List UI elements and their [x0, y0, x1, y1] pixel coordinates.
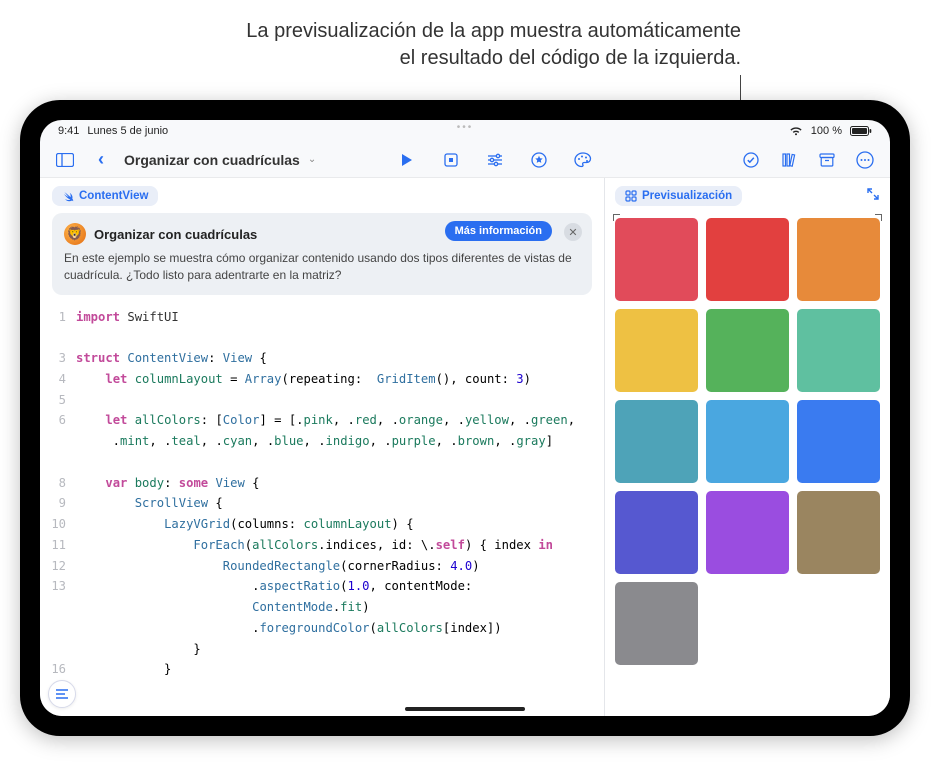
annotation-line1: La previsualización de la app muestra au… [246, 20, 741, 42]
back-chevron-icon[interactable]: ‹ [90, 149, 112, 171]
status-date: Lunes 5 de junio [87, 125, 168, 137]
battery-percent: 100 % [811, 125, 842, 137]
color-grid [615, 218, 880, 665]
multitask-dots-icon[interactable]: ••• [453, 122, 477, 133]
preview-tab[interactable]: Previsualización [615, 186, 742, 206]
status-time: 9:41 [58, 125, 79, 137]
library-icon[interactable] [778, 149, 800, 171]
tutorial-info-card: 🦁 Organizar con cuadrículas Más informac… [52, 213, 592, 295]
archive-box-icon[interactable] [816, 149, 838, 171]
ipad-device-frame: ••• 9:41 Lunes 5 de junio 100 % ‹ Organi… [20, 100, 910, 736]
swatch-red [706, 218, 789, 301]
swift-icon [62, 190, 74, 202]
check-circle-icon[interactable] [740, 149, 762, 171]
wifi-icon [789, 126, 803, 136]
sidebar-toggle-icon[interactable] [54, 149, 76, 171]
figure-annotation: La previsualización de la app muestra au… [0, 18, 931, 72]
ipad-screen: ••• 9:41 Lunes 5 de junio 100 % ‹ Organi… [40, 120, 890, 716]
more-circle-icon[interactable] [854, 149, 876, 171]
swatch-orange [797, 218, 880, 301]
swatch-purple [706, 491, 789, 574]
file-tab-contentview[interactable]: ContentView [52, 186, 158, 206]
swatch-teal [615, 400, 698, 483]
expand-preview-icon[interactable] [866, 187, 880, 206]
code-editor-pane: ContentView 🦁 Organizar con cuadrículas … [40, 178, 604, 716]
palette-icon[interactable] [572, 149, 594, 171]
project-title: Organizar con cuadrículas [124, 152, 300, 168]
swatch-blue [797, 400, 880, 483]
more-info-button[interactable]: Más información [445, 221, 552, 241]
swatch-mint [797, 309, 880, 392]
battery-icon [850, 126, 872, 136]
doc-outline-button[interactable] [48, 680, 76, 708]
preview-pane: Previsualización [604, 178, 890, 716]
info-card-title: Organizar con cuadrículas [94, 227, 257, 242]
preview-grid-icon [625, 190, 637, 202]
info-card-description: En este ejemplo se muestra cómo organiza… [64, 250, 580, 285]
file-tab-label: ContentView [79, 190, 148, 202]
swatch-brown [797, 491, 880, 574]
stop-icon[interactable] [440, 149, 462, 171]
home-indicator[interactable] [405, 707, 525, 711]
settings-sliders-icon[interactable] [484, 149, 506, 171]
preview-tab-label: Previsualización [642, 190, 732, 202]
code-editor[interactable]: 1import SwiftUI 3struct ContentView: Vie… [40, 303, 604, 716]
swatch-indigo [615, 491, 698, 574]
swatch-yellow [615, 309, 698, 392]
swatch-pink [615, 218, 698, 301]
swatch-gray [615, 582, 698, 665]
annotation-line2: el resultado del código de la izquierda. [400, 47, 741, 69]
preview-canvas[interactable] [605, 214, 890, 716]
app-toolbar: ‹ Organizar con cuadrículas ⌄ [40, 142, 890, 178]
star-circle-icon[interactable] [528, 149, 550, 171]
run-play-icon[interactable] [396, 149, 418, 171]
swatch-cyan [706, 400, 789, 483]
swatch-green [706, 309, 789, 392]
tutorial-avatar-icon: 🦁 [64, 223, 86, 245]
close-card-button[interactable]: ✕ [564, 223, 582, 241]
project-dropdown-icon[interactable]: ⌄ [308, 154, 316, 165]
